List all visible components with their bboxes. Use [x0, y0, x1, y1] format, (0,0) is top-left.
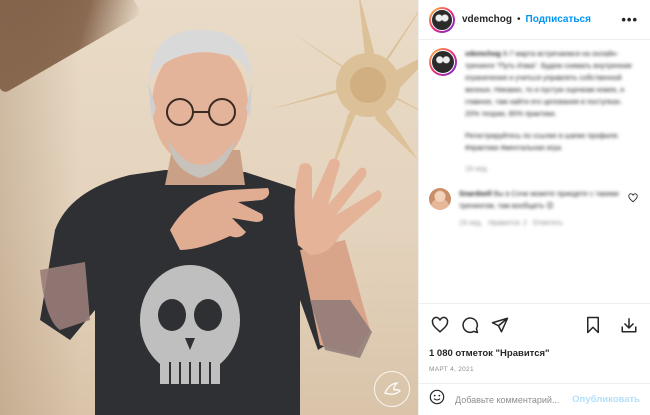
- comment-timestamp: 19 нед.: [459, 220, 483, 227]
- publish-button[interactable]: Опубликовать: [572, 394, 640, 405]
- comment-meta: 19 нед. Нравится: 2 Ответить: [459, 218, 629, 230]
- comment-icon[interactable]: [459, 314, 481, 336]
- heart-icon[interactable]: [429, 314, 451, 336]
- watermark-logo: [374, 371, 410, 407]
- action-icons: [429, 310, 640, 340]
- post-photo[interactable]: [0, 0, 418, 415]
- author-username[interactable]: vdemchog: [462, 14, 512, 25]
- instagram-post: vdemchog • Подписаться ••• vdemchog 6-7 …: [0, 0, 650, 415]
- post-date: МАРТ 4, 2021: [429, 366, 474, 373]
- comment-text: Snardoell Вы в Сочи можете приедете с та…: [459, 188, 629, 230]
- caption-author-avatar[interactable]: [429, 48, 457, 76]
- more-options-icon[interactable]: •••: [621, 12, 638, 27]
- comment-like-icon[interactable]: [628, 190, 638, 208]
- logo-bird-icon: [384, 382, 401, 395]
- caption-author[interactable]: vdemchog: [465, 49, 501, 58]
- comment-input[interactable]: [455, 394, 573, 405]
- caption-text: vdemchog 6-7 марта встречаемся на онлайн…: [465, 48, 638, 176]
- caption-text-2: Регистрируйтесь по ссылке в шапке профил…: [465, 131, 620, 152]
- reply-button[interactable]: Ответить: [533, 220, 563, 227]
- commenter-avatar[interactable]: [429, 188, 451, 210]
- commenter-username[interactable]: Snardoell: [459, 189, 492, 198]
- header-separator: •: [517, 14, 521, 25]
- likes-count[interactable]: 1 080 отметок "Нравится": [429, 348, 640, 359]
- comment-item: Snardoell Вы в Сочи можете приедете с та…: [429, 188, 638, 230]
- comments-section[interactable]: vdemchog 6-7 марта встречаемся на онлайн…: [419, 40, 650, 303]
- post-header: vdemchog • Подписаться •••: [419, 0, 650, 40]
- comment-likes[interactable]: Нравится: 2: [488, 220, 527, 227]
- emoji-icon[interactable]: [429, 389, 445, 410]
- share-icon[interactable]: [489, 314, 511, 336]
- caption-timestamp: 19 нед.: [465, 166, 489, 173]
- download-icon[interactable]: [618, 314, 640, 336]
- add-comment-bar: Опубликовать: [419, 383, 650, 415]
- bookmark-icon[interactable]: [582, 314, 604, 336]
- author-avatar[interactable]: [429, 6, 455, 33]
- man-figure: [40, 30, 382, 415]
- post-actions: 1 080 отметок "Нравится" МАРТ 4, 2021: [419, 303, 650, 373]
- follow-button[interactable]: Подписаться: [526, 14, 591, 25]
- post-side-panel: vdemchog • Подписаться ••• vdemchog 6-7 …: [418, 0, 650, 415]
- caption: vdemchog 6-7 марта встречаемся на онлайн…: [429, 48, 638, 176]
